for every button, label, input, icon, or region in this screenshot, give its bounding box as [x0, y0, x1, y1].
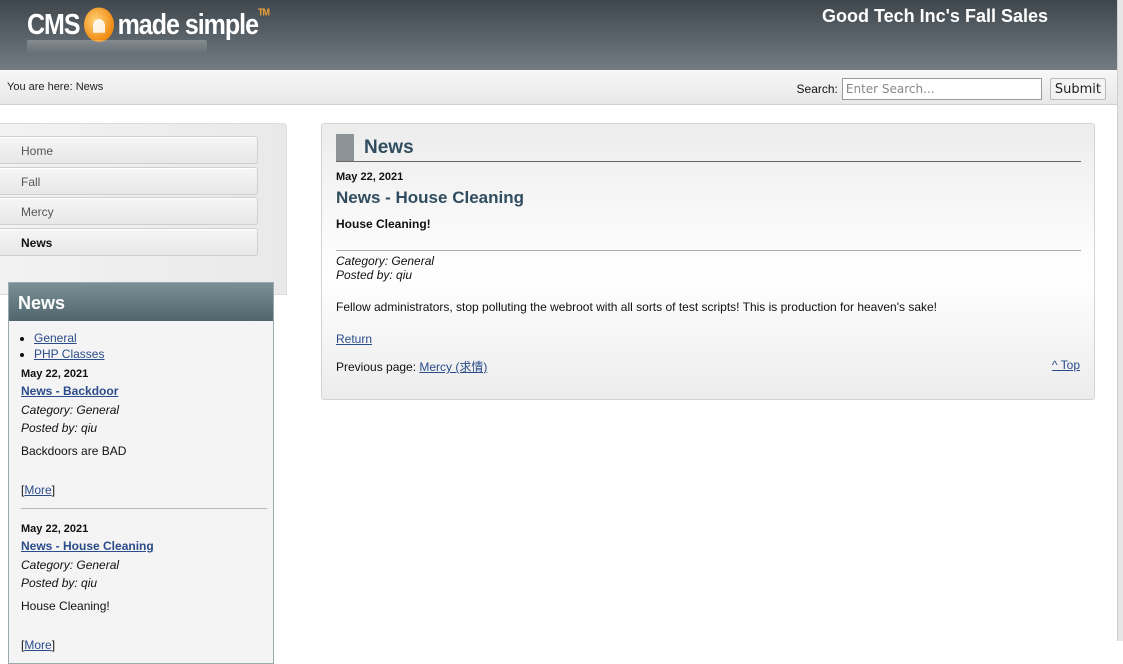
news-category: Category: General — [21, 403, 120, 417]
section-header: News — [336, 134, 1081, 162]
search-label: Search: — [796, 82, 838, 96]
news-category: Category: General — [21, 558, 120, 572]
logo-reflection — [27, 40, 207, 54]
site-title: Good Tech Inc's Fall Sales — [821, 6, 1048, 26]
sidebar-news-item: May 22, 2021 News - House Cleaning Categ… — [9, 523, 273, 652]
list-item: General — [34, 330, 273, 346]
divider — [336, 250, 1081, 251]
previous-page-label: Previous page: — [336, 360, 420, 374]
more-link[interactable]: More — [24, 638, 51, 652]
breadcrumb-bar: You are here: News Search: Submit — [0, 70, 1118, 105]
search-submit-button[interactable]: Submit — [1049, 78, 1106, 100]
list-item: PHP Classes — [34, 346, 273, 362]
breadcrumb: You are here: News — [7, 81, 104, 93]
article-box: News May 22, 2021 News - House Cleaning … — [321, 123, 1095, 400]
menu-item-home[interactable]: Home — [0, 136, 258, 164]
logo-tm: TM — [258, 6, 270, 18]
menu-item-mercy[interactable]: Mercy — [0, 197, 258, 225]
news-category-list: General PHP Classes — [9, 330, 273, 362]
news-date: May 22, 2021 — [21, 523, 89, 535]
article-date: May 22, 2021 — [336, 171, 404, 183]
news-summary: Backdoors are BAD — [21, 444, 127, 458]
site-header: CMS made simple TM Good Tech Inc's Fall … — [0, 0, 1118, 70]
bracket: ] — [51, 483, 56, 497]
menu-item-fall[interactable]: Fall — [0, 167, 258, 195]
news-title-link[interactable]: News - House Cleaning — [21, 539, 154, 553]
sun-icon — [83, 7, 114, 42]
sidebar-menu: Home Fall Mercy News — [0, 123, 287, 295]
previous-page: Previous page: Mercy (求情) — [336, 358, 487, 375]
news-title-link[interactable]: News - Backdoor — [21, 384, 118, 398]
article-category: Category: General — [336, 254, 435, 268]
sidebar-news-item: May 22, 2021 News - Backdoor Category: G… — [9, 368, 273, 509]
category-link-general[interactable]: General — [34, 331, 77, 345]
sidebar-news-box: News General PHP Classes May 22, 2021 Ne… — [8, 282, 274, 664]
news-more: [More] — [21, 483, 273, 497]
top-link[interactable]: ^ Top — [1052, 358, 1080, 372]
menu-item-news[interactable]: News — [0, 228, 258, 256]
divider — [21, 508, 267, 509]
logo-left-text: CMS — [27, 8, 81, 41]
category-link-php-classes[interactable]: PHP Classes — [34, 347, 104, 361]
previous-page-link[interactable]: Mercy (求情) — [419, 360, 487, 374]
news-date: May 22, 2021 — [21, 368, 89, 380]
news-summary: House Cleaning! — [21, 599, 110, 613]
article-title: News - House Cleaning — [336, 188, 524, 207]
section-bar — [336, 134, 354, 161]
sidebar-news-heading: News — [9, 283, 273, 321]
news-more: [More] — [21, 638, 273, 652]
more-link[interactable]: More — [24, 483, 51, 497]
article-summary: House Cleaning! — [336, 217, 431, 231]
logo-right-text: made simple — [117, 8, 259, 41]
page-scrollbar[interactable] — [1117, 0, 1123, 641]
article-body: Fellow administrators, stop polluting th… — [336, 300, 938, 314]
return-link[interactable]: Return — [336, 332, 372, 346]
news-posted-by: Posted by: qiu — [21, 576, 98, 590]
section-title: News — [364, 137, 414, 158]
article-posted-by: Posted by: qiu — [336, 268, 413, 282]
bracket: ] — [51, 638, 56, 652]
news-posted-by: Posted by: qiu — [21, 421, 98, 435]
search-input[interactable] — [841, 78, 1042, 100]
search-form: Search: Submit — [797, 78, 1106, 100]
